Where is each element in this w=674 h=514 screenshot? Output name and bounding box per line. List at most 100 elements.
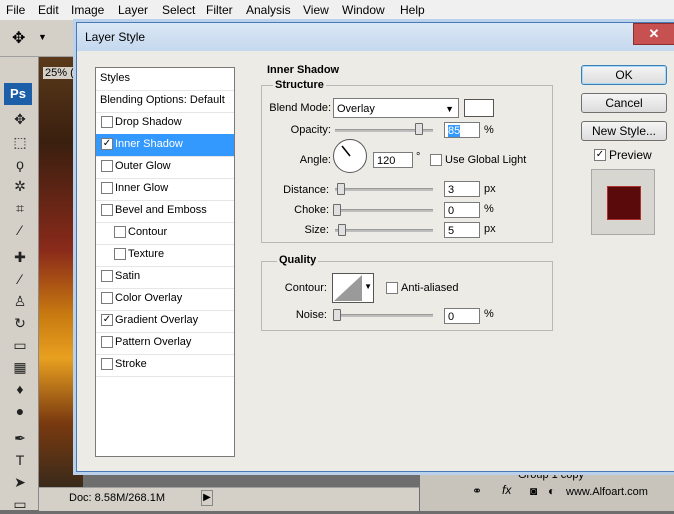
menu-help[interactable]: Help xyxy=(400,3,425,17)
blend-mode-select[interactable]: Overlay ▼ xyxy=(333,98,459,118)
type-icon[interactable]: T xyxy=(10,450,30,470)
preview-checkbox[interactable]: ✓ xyxy=(594,149,606,161)
move-tool-icon[interactable]: ✥ xyxy=(12,28,25,48)
opacity-value: 85 xyxy=(448,125,461,137)
choke-input[interactable]: 0 xyxy=(444,202,480,218)
noise-value: 0 xyxy=(448,311,455,323)
style-checkbox[interactable] xyxy=(101,270,113,282)
blend-mode-label: Blend Mode: xyxy=(269,102,331,114)
style-label: Bevel and Emboss xyxy=(115,204,207,216)
opacity-slider-thumb[interactable] xyxy=(415,123,423,135)
size-slider-thumb[interactable] xyxy=(338,224,346,236)
move-icon[interactable]: ✥ xyxy=(10,109,30,129)
style-row-outer-glow[interactable]: Outer Glow xyxy=(96,156,234,179)
noise-slider-thumb[interactable] xyxy=(333,309,341,321)
style-checkbox[interactable] xyxy=(101,204,113,216)
menu-view[interactable]: View xyxy=(303,3,329,17)
angle-input[interactable]: 120 xyxy=(373,152,413,168)
menu-select[interactable]: Select xyxy=(162,3,195,17)
distance-slider-thumb[interactable] xyxy=(337,183,345,195)
style-row-gradient-overlay[interactable]: ✓ Gradient Overlay xyxy=(96,310,234,333)
contour-label: Contour: xyxy=(284,282,327,294)
noise-slider[interactable] xyxy=(335,314,433,317)
noise-input[interactable]: 0 xyxy=(444,308,480,324)
menu-edit[interactable]: Edit xyxy=(38,3,59,17)
style-checkbox[interactable] xyxy=(101,292,113,304)
menu-file[interactable]: File xyxy=(6,3,25,17)
eraser-icon[interactable]: ▭ xyxy=(10,335,30,355)
history-brush-icon[interactable]: ↻ xyxy=(10,313,30,333)
style-checkbox[interactable] xyxy=(101,160,113,172)
choke-slider-thumb[interactable] xyxy=(333,204,341,216)
menu-filter[interactable]: Filter xyxy=(206,3,233,17)
blending-options-row[interactable]: Blending Options: Default xyxy=(96,90,234,113)
status-menu-arrow-icon[interactable]: ▶ xyxy=(201,490,213,506)
opacity-input[interactable]: 85 xyxy=(444,122,480,138)
marquee-icon[interactable]: ⬚ xyxy=(10,132,30,152)
styles-header[interactable]: Styles xyxy=(96,68,234,91)
crop-icon[interactable]: ⌗ xyxy=(10,198,30,218)
distance-slider[interactable] xyxy=(335,188,433,191)
style-checkbox[interactable] xyxy=(114,226,126,238)
choke-slider[interactable] xyxy=(335,209,433,212)
close-icon[interactable]: ✕ xyxy=(633,23,674,45)
ok-button[interactable]: OK xyxy=(581,65,667,85)
cancel-button[interactable]: Cancel xyxy=(581,93,667,113)
style-checkbox[interactable] xyxy=(101,358,113,370)
style-label: Inner Glow xyxy=(115,182,169,194)
lasso-icon[interactable]: ϙ xyxy=(10,154,30,174)
tool-preset-dropdown-icon[interactable]: ▼ xyxy=(38,32,47,42)
style-row-texture[interactable]: Texture xyxy=(96,244,234,267)
clone-stamp-icon[interactable]: ♙ xyxy=(10,291,30,311)
choke-value: 0 xyxy=(448,205,455,217)
style-checkbox[interactable] xyxy=(114,248,126,260)
pen-icon[interactable]: ✒ xyxy=(10,428,30,448)
contour-picker[interactable]: ▼ xyxy=(332,273,374,303)
dodge-icon[interactable]: ● xyxy=(10,401,30,421)
menu-layer[interactable]: Layer xyxy=(118,3,148,17)
shadow-color-swatch[interactable] xyxy=(464,99,494,117)
style-checkbox[interactable]: ✓ xyxy=(101,314,113,326)
style-row-satin[interactable]: Satin xyxy=(96,266,234,289)
new-style-button[interactable]: New Style... xyxy=(581,121,667,141)
style-row-bevel-and-emboss[interactable]: Bevel and Emboss xyxy=(96,200,234,223)
style-row-stroke[interactable]: Stroke xyxy=(96,354,234,377)
shape-icon[interactable]: ▭ xyxy=(10,494,30,514)
style-row-inner-shadow[interactable]: ✓ Inner Shadow xyxy=(96,134,234,157)
style-checkbox[interactable] xyxy=(101,116,113,128)
dialog-title: Layer Style xyxy=(85,30,146,44)
gradient-icon[interactable]: ▦ xyxy=(10,357,30,377)
style-checkbox[interactable] xyxy=(101,336,113,348)
anti-aliased-checkbox[interactable] xyxy=(386,282,398,294)
size-input[interactable]: 5 xyxy=(444,222,480,238)
style-row-drop-shadow[interactable]: Drop Shadow xyxy=(96,112,234,135)
fx-icon[interactable]: fx xyxy=(502,483,511,497)
menu-analysis[interactable]: Analysis xyxy=(246,3,291,17)
eyedropper-icon[interactable]: ⁄ xyxy=(10,220,30,240)
magic-wand-icon[interactable]: ✲ xyxy=(10,176,30,196)
path-selection-icon[interactable]: ➤ xyxy=(10,472,30,492)
style-row-contour[interactable]: Contour xyxy=(96,222,234,245)
add-mask-icon[interactable]: ◙ xyxy=(530,484,537,498)
distance-input[interactable]: 3 xyxy=(444,181,480,197)
brush-icon[interactable]: ∕ xyxy=(10,269,30,289)
menu-image[interactable]: Image xyxy=(71,3,104,17)
style-row-inner-glow[interactable]: Inner Glow xyxy=(96,178,234,201)
use-global-light-checkbox[interactable] xyxy=(430,154,442,166)
style-row-color-overlay[interactable]: Color Overlay xyxy=(96,288,234,311)
link-layers-icon[interactable]: ⚭ xyxy=(472,484,482,498)
style-label: Inner Shadow xyxy=(115,138,183,150)
healing-brush-icon[interactable]: ✚ xyxy=(10,247,30,267)
size-slider[interactable] xyxy=(335,229,433,232)
watermark-text: www.Alfoart.com xyxy=(566,486,648,498)
menu-window[interactable]: Window xyxy=(342,3,385,17)
style-checkbox[interactable] xyxy=(101,182,113,194)
style-checkbox[interactable]: ✓ xyxy=(101,138,113,150)
blur-icon[interactable]: ♦ xyxy=(10,379,30,399)
dialog-titlebar[interactable]: Layer Style ✕ xyxy=(77,23,674,51)
style-label: Stroke xyxy=(115,358,147,370)
adjustment-layer-icon[interactable]: ◐ xyxy=(548,484,555,498)
style-row-pattern-overlay[interactable]: Pattern Overlay xyxy=(96,332,234,355)
distance-unit: px xyxy=(484,183,496,195)
angle-dial[interactable] xyxy=(333,139,367,173)
